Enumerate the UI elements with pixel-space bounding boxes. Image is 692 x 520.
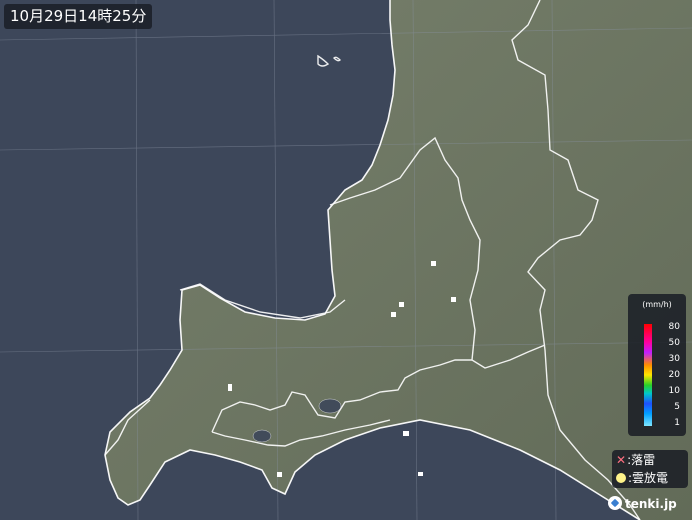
cloud-discharge-text: 雲放電 [632, 471, 669, 485]
observation-time: 10月29日14時25分 [4, 4, 153, 29]
legend-level-20: 20 [668, 370, 680, 380]
rain-legend: (mm/h) 80 50 30 20 10 5 1 [628, 294, 686, 436]
rain-cell [403, 431, 409, 436]
weather-map [0, 0, 692, 520]
rain-cell [451, 297, 456, 302]
tenki-logo-icon [608, 496, 622, 510]
rain-cell [431, 261, 436, 266]
lightning-row: ✕:落雷 [616, 452, 655, 468]
lake-shikotsu [318, 398, 342, 414]
brand-text: tenki.jp [625, 497, 677, 511]
legend-level-30: 30 [668, 354, 680, 364]
legend-level-10: 10 [668, 386, 680, 396]
lightning-x-icon: ✕ [616, 453, 627, 467]
rain-cell [418, 472, 423, 476]
cloud-discharge-row: :雲放電 [616, 470, 668, 486]
lightning-text: 落雷 [631, 453, 656, 467]
rain-cell [277, 472, 282, 477]
cloud-discharge-dot-icon [616, 473, 626, 483]
lake-toya [252, 429, 272, 443]
legend-level-5: 5 [674, 402, 680, 412]
legend-level-1: 1 [674, 418, 680, 428]
rain-cell [228, 384, 232, 391]
lightning-legend: ✕:落雷 :雲放電 [612, 450, 688, 488]
legend-unit: (mm/h) [642, 300, 672, 309]
rain-cell [399, 302, 404, 307]
legend-level-80: 80 [668, 322, 680, 332]
brand-logo: tenki.jp [608, 494, 677, 514]
rain-cell [391, 312, 396, 317]
legend-color-bar [644, 324, 652, 426]
legend-level-50: 50 [668, 338, 680, 348]
